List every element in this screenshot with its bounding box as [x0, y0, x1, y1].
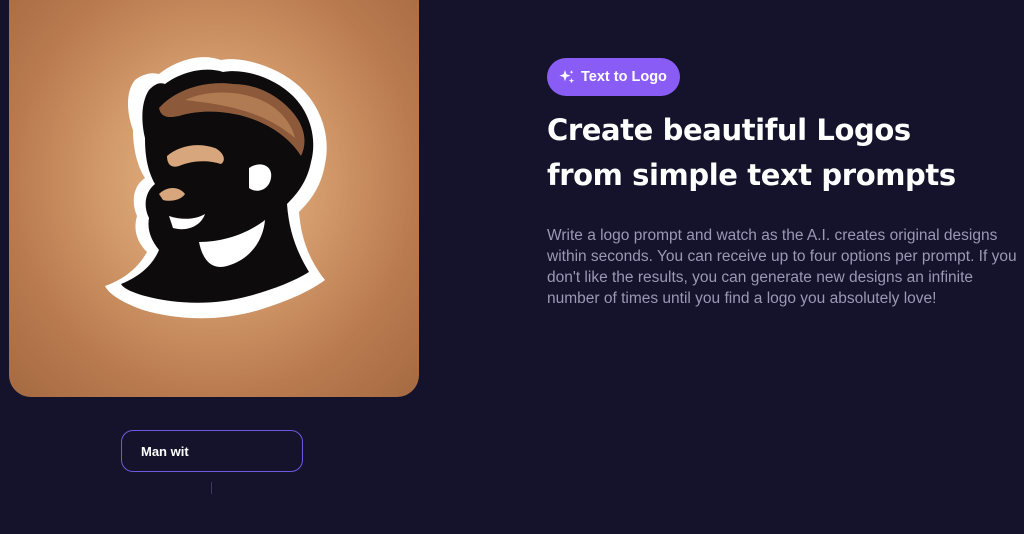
prompt-input-value: Man wit — [141, 443, 189, 459]
bearded-man-logo-icon — [105, 57, 327, 319]
sparkles-icon — [559, 70, 575, 84]
text-cursor — [211, 482, 212, 494]
generated-logo-image — [9, 0, 419, 397]
logo-prompt-input[interactable]: Man wit — [121, 430, 303, 472]
badge-label: Text to Logo — [581, 69, 667, 85]
page: Man wit Text to Logo Create beautiful Lo… — [0, 0, 1024, 534]
text-to-logo-badge: Text to Logo — [547, 58, 680, 96]
hero-headline: Create beautiful Logos from simple text … — [547, 108, 1017, 198]
hero-description: Write a logo prompt and watch as the A.I… — [547, 227, 1017, 307]
headline-line-1: Create beautiful Logos — [547, 113, 911, 147]
headline-line-2: from simple text prompts — [547, 158, 956, 192]
